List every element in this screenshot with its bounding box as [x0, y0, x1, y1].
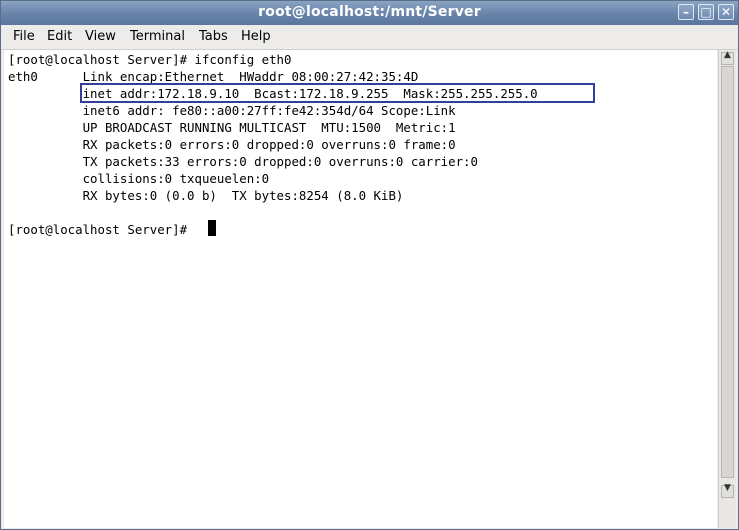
- window-title: root@localhost:/mnt/Server: [258, 4, 481, 20]
- maximize-icon: □: [700, 5, 712, 19]
- terminal-line: UP BROADCAST RUNNING MULTICAST MTU:1500 …: [8, 120, 456, 135]
- scroll-down-button[interactable]: ▼: [721, 483, 734, 498]
- menu-bar: File Edit View Terminal Tabs Help: [1, 25, 738, 50]
- scrollbar-thumb[interactable]: [721, 66, 734, 478]
- menu-help[interactable]: Help: [241, 29, 271, 44]
- terminal-window: root@localhost:/mnt/Server – □ ✕ File Ed…: [0, 0, 739, 530]
- terminal-line: [root@localhost Server]# ifconfig eth0: [8, 52, 292, 67]
- menu-view[interactable]: View: [85, 29, 116, 44]
- close-button[interactable]: ✕: [718, 4, 734, 20]
- terminal-line: RX packets:0 errors:0 dropped:0 overruns…: [8, 137, 456, 152]
- maximize-button[interactable]: □: [698, 4, 714, 20]
- terminal-line: RX bytes:0 (0.0 b) TX bytes:8254 (8.0 Ki…: [8, 188, 404, 203]
- menu-edit[interactable]: Edit: [47, 29, 72, 44]
- vertical-scrollbar[interactable]: ▲ ▼: [718, 50, 736, 528]
- terminal-prompt: [root@localhost Server]#: [8, 222, 195, 237]
- scroll-up-button[interactable]: ▲: [721, 50, 734, 65]
- minimize-icon: –: [683, 5, 689, 19]
- chevron-down-icon: ▼: [724, 483, 731, 493]
- title-bar[interactable]: root@localhost:/mnt/Server – □ ✕: [1, 1, 738, 25]
- terminal-line: TX packets:33 errors:0 dropped:0 overrun…: [8, 154, 478, 169]
- terminal-line: collisions:0 txqueuelen:0: [8, 171, 270, 186]
- menu-file[interactable]: File: [13, 29, 35, 44]
- inet-address-highlight-box: [80, 83, 595, 103]
- text-cursor: [208, 220, 216, 236]
- menu-terminal[interactable]: Terminal: [130, 29, 185, 44]
- terminal-output[interactable]: [root@localhost Server]# ifconfig eth0 e…: [4, 50, 717, 528]
- terminal-line: inet6 addr: fe80::a00:27ff:fe42:354d/64 …: [8, 103, 456, 118]
- chevron-up-icon: ▲: [724, 50, 731, 60]
- menu-tabs[interactable]: Tabs: [199, 29, 228, 44]
- minimize-button[interactable]: –: [678, 4, 694, 20]
- close-icon: ✕: [720, 5, 732, 19]
